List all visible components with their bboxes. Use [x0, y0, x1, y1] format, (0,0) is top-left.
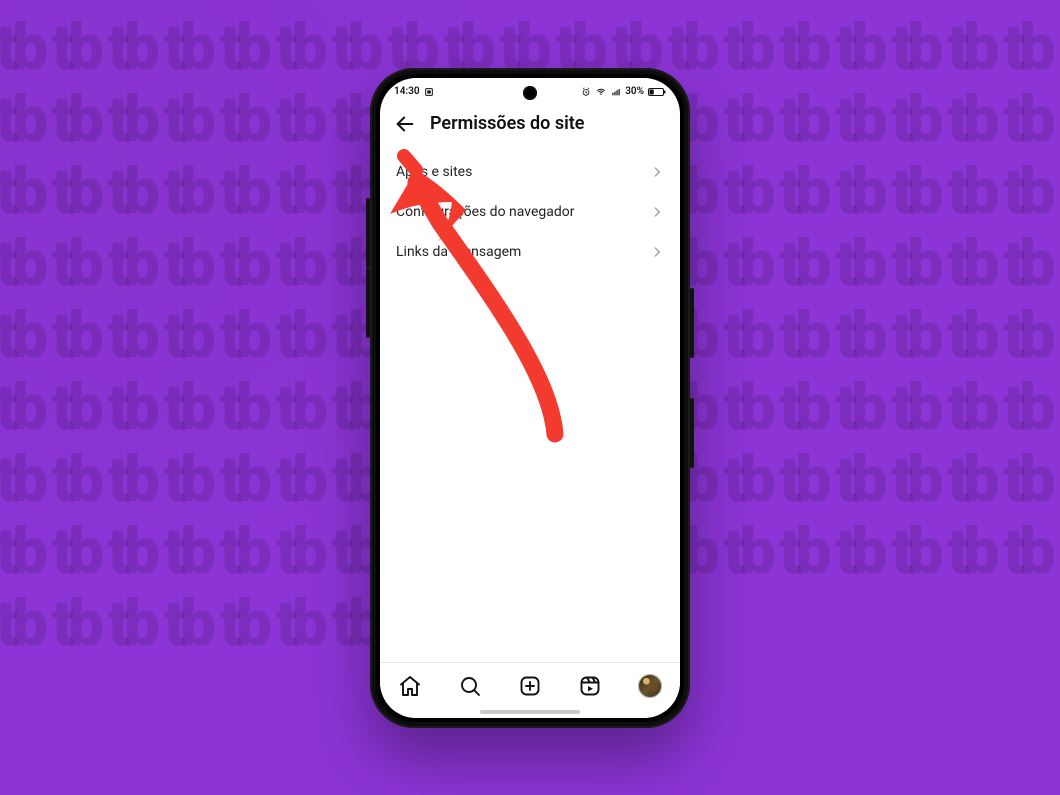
page-header: Permissões do site: [380, 102, 680, 146]
menu-item-label: Apps e sites: [396, 164, 472, 180]
search-icon: [458, 674, 482, 698]
bottom-nav: [380, 662, 680, 718]
menu-item-label: Links da mensagem: [396, 244, 521, 260]
chevron-right-icon: [650, 245, 664, 259]
nav-reels[interactable]: [576, 672, 604, 700]
menu-item-apps-sites[interactable]: Apps e sites: [380, 152, 680, 192]
battery-icon: [648, 87, 666, 97]
back-button[interactable]: [394, 113, 416, 135]
nav-search[interactable]: [456, 672, 484, 700]
profile-avatar-icon: [638, 674, 662, 698]
reels-icon: [578, 674, 602, 698]
menu-item-message-links[interactable]: Links da mensagem: [380, 232, 680, 272]
nav-create[interactable]: [516, 672, 544, 700]
settings-list: Apps e sites Configurações do navegador …: [380, 146, 680, 272]
chevron-right-icon: [650, 165, 664, 179]
status-time: 14:30: [394, 86, 420, 97]
arrow-left-icon: [394, 113, 416, 135]
menu-item-browser-settings[interactable]: Configurações do navegador: [380, 192, 680, 232]
signal-icon: [611, 87, 621, 97]
phone-frame: 14:30 30%: [370, 68, 690, 728]
nav-profile[interactable]: [636, 672, 664, 700]
wifi-icon: [595, 87, 607, 97]
plus-square-icon: [518, 674, 542, 698]
chevron-right-icon: [650, 205, 664, 219]
status-battery-text: 30%: [625, 86, 644, 97]
nav-home[interactable]: [396, 672, 424, 700]
screenshot-indicator-icon: [424, 87, 434, 97]
front-camera: [523, 86, 537, 100]
page-title: Permissões do site: [430, 113, 584, 134]
menu-item-label: Configurações do navegador: [396, 204, 575, 220]
gesture-bar: [480, 710, 580, 714]
phone-screen: 14:30 30%: [380, 78, 680, 718]
home-icon: [398, 674, 422, 698]
alarm-icon: [581, 87, 591, 97]
